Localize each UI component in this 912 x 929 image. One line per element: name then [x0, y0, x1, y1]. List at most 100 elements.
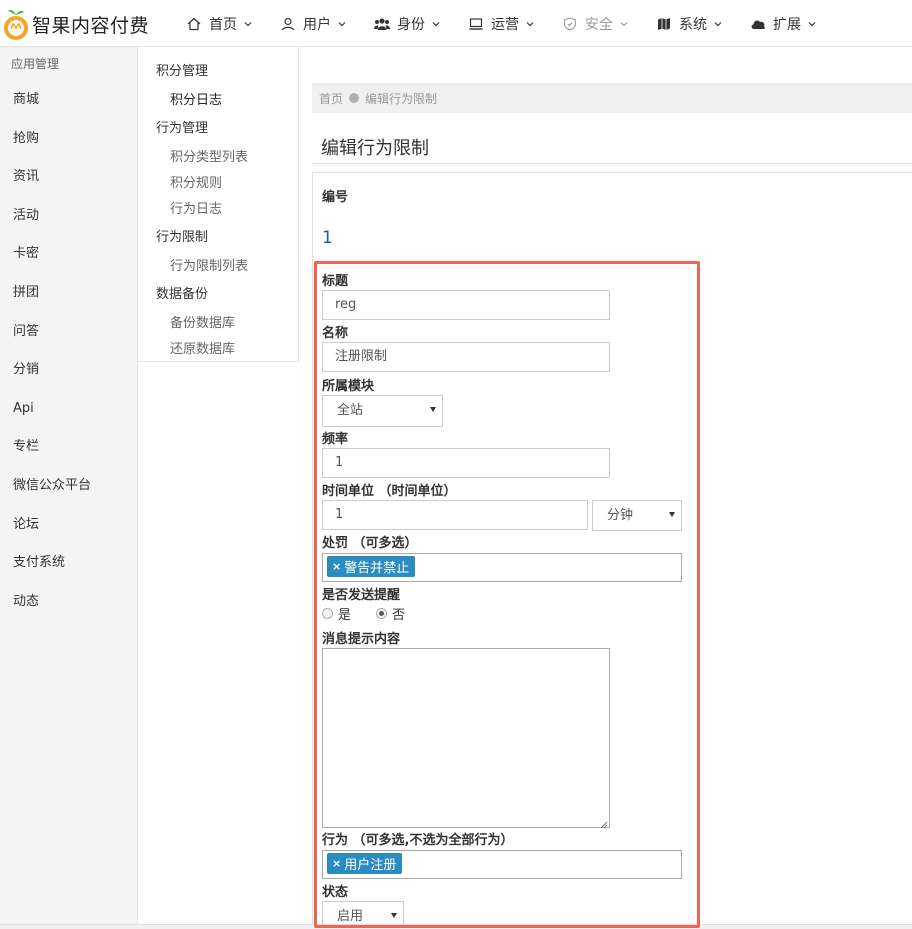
- sidebar-item-distribution[interactable]: 分销: [0, 351, 137, 390]
- module-label: 所属模块: [322, 379, 375, 394]
- subnav-item-points-rules[interactable]: 积分规则: [170, 172, 222, 191]
- user-icon: [280, 16, 296, 32]
- users-icon: [374, 16, 390, 32]
- nav-extend[interactable]: 扩展: [736, 0, 830, 47]
- subnav-item-points-types[interactable]: 积分类型列表: [170, 146, 248, 165]
- message-textarea[interactable]: [322, 648, 610, 829]
- remind-no-label[interactable]: 否: [392, 604, 405, 623]
- app-title: 智果内容付费: [32, 14, 150, 37]
- subnav-group-backup[interactable]: 数据备份: [156, 283, 208, 302]
- action-multiselect[interactable]: × 用户注册: [322, 850, 682, 879]
- status-select-value: 启用: [337, 909, 364, 924]
- main-nav: 首页 用户 身份 运营 安全 系统 扩展: [172, 0, 830, 47]
- nav-user[interactable]: 用户: [266, 0, 360, 47]
- time-unit-select-value: 分钟: [607, 508, 634, 523]
- subnav-group-points[interactable]: 积分管理: [156, 60, 208, 79]
- sub-nav: 积分管理 积分日志 行为管理 积分类型列表 积分规则 行为日志 行为限制 行为限…: [138, 47, 299, 362]
- action-label: 行为 （可多选,不选为全部行为）: [322, 833, 514, 848]
- nav-home[interactable]: 首页: [172, 0, 266, 47]
- nav-extend-label: 扩展: [773, 16, 801, 33]
- chevron-down-icon: [620, 20, 628, 28]
- status-label: 状态: [322, 885, 349, 900]
- chevron-down-icon: [808, 20, 816, 28]
- action-tag[interactable]: × 用户注册: [327, 853, 403, 874]
- nav-identity[interactable]: 身份: [360, 0, 454, 47]
- breadcrumb-home[interactable]: 首页: [319, 90, 343, 107]
- subnav-item-restore-db[interactable]: 还原数据库: [170, 338, 235, 357]
- sidebar-item-payment[interactable]: 支付系统: [0, 544, 137, 583]
- chevron-down-icon: [526, 20, 534, 28]
- breadcrumb: 首页 编辑行为限制: [312, 83, 912, 113]
- subnav-item-backup-db[interactable]: 备份数据库: [170, 312, 235, 331]
- nav-system-label: 系统: [679, 16, 707, 33]
- dropdown-arrow-icon: [430, 407, 436, 412]
- sidebar-item-feed[interactable]: 动态: [0, 583, 137, 622]
- remind-label: 是否发送提醒: [322, 588, 401, 603]
- sidebar-item-wechat[interactable]: 微信公众平台: [0, 467, 137, 506]
- subnav-item-points-log[interactable]: 积分日志: [170, 89, 222, 108]
- chevron-down-icon: [714, 20, 722, 28]
- nav-identity-label: 身份: [397, 16, 425, 33]
- punish-multiselect[interactable]: × 警告并禁止: [322, 553, 682, 582]
- chevron-down-icon: [244, 20, 252, 28]
- time-unit-select[interactable]: 分钟: [592, 500, 682, 531]
- id-label: 编号: [322, 190, 349, 205]
- subnav-item-behavior-log[interactable]: 行为日志: [170, 198, 222, 217]
- sidebar-item-qa[interactable]: 问答: [0, 313, 137, 352]
- sidebar-item-card-code[interactable]: 卡密: [0, 235, 137, 274]
- cloud-icon: [750, 16, 766, 32]
- time-unit-input[interactable]: 1: [322, 500, 588, 530]
- sidebar-item-events[interactable]: 活动: [0, 197, 137, 236]
- subnav-item-limit-list[interactable]: 行为限制列表: [170, 255, 248, 274]
- nav-security[interactable]: 安全: [548, 0, 642, 47]
- title-divider: [312, 163, 912, 164]
- sidebar-item-api[interactable]: Api: [0, 390, 137, 429]
- nav-operation-label: 运营: [491, 16, 519, 33]
- sidebar-item-group-buy[interactable]: 拼团: [0, 274, 137, 313]
- sidebar-item-news[interactable]: 资讯: [0, 158, 137, 197]
- nav-operation[interactable]: 运营: [454, 0, 548, 47]
- subnav-group-behavior[interactable]: 行为管理: [156, 117, 208, 136]
- frequency-input[interactable]: 1: [322, 448, 610, 478]
- resize-grip-icon[interactable]: [600, 818, 608, 829]
- app-sidebar: 应用管理 商城 抢购 资讯 活动 卡密 拼团 问答 分销 Api 专栏 微信公众…: [0, 47, 138, 925]
- module-select[interactable]: 全站: [322, 395, 443, 427]
- sidebar-item-column[interactable]: 专栏: [0, 428, 137, 467]
- sidebar-header: 应用管理: [11, 57, 60, 71]
- remove-tag-icon[interactable]: ×: [332, 560, 341, 573]
- title-label: 标题: [322, 274, 349, 289]
- sidebar-item-forum[interactable]: 论坛: [0, 506, 137, 545]
- remind-no-radio[interactable]: [376, 608, 388, 619]
- punish-tag[interactable]: × 警告并禁止: [327, 556, 416, 577]
- monitor-icon: [468, 16, 484, 32]
- remind-yes-radio[interactable]: [322, 608, 333, 619]
- remind-yes-label[interactable]: 是: [338, 604, 351, 623]
- sidebar-item-mall[interactable]: 商城: [0, 81, 137, 120]
- remove-tag-icon[interactable]: ×: [332, 857, 341, 870]
- breadcrumb-separator-icon: [349, 93, 360, 103]
- brand[interactable]: 智果内容付费: [2, 6, 149, 42]
- title-input[interactable]: reg: [322, 290, 610, 320]
- message-label: 消息提示内容: [322, 632, 401, 647]
- punish-label: 处罚 （可多选）: [322, 536, 418, 551]
- punish-tag-label: 警告并禁止: [344, 561, 410, 576]
- action-tag-label: 用户注册: [344, 858, 397, 873]
- nav-system[interactable]: 系统: [642, 0, 736, 47]
- map-icon: [656, 16, 672, 32]
- nav-security-label: 安全: [585, 16, 613, 33]
- chevron-down-icon: [432, 20, 440, 28]
- time-unit-label: 时间单位 （时间单位）: [322, 484, 457, 499]
- name-label: 名称: [322, 326, 349, 341]
- remind-radio-group: 是 否: [322, 604, 405, 623]
- nav-user-label: 用户: [303, 16, 331, 33]
- subnav-group-limit[interactable]: 行为限制: [156, 226, 208, 245]
- nav-home-label: 首页: [209, 16, 237, 33]
- frequency-label: 频率: [322, 432, 349, 447]
- dropdown-arrow-icon: [391, 913, 397, 918]
- home-icon: [186, 16, 202, 32]
- sidebar-item-flash-sale[interactable]: 抢购: [0, 120, 137, 159]
- logo-icon: [2, 7, 30, 41]
- name-input[interactable]: 注册限制: [322, 342, 610, 372]
- shield-icon: [562, 16, 578, 32]
- page-title: 编辑行为限制: [321, 138, 429, 159]
